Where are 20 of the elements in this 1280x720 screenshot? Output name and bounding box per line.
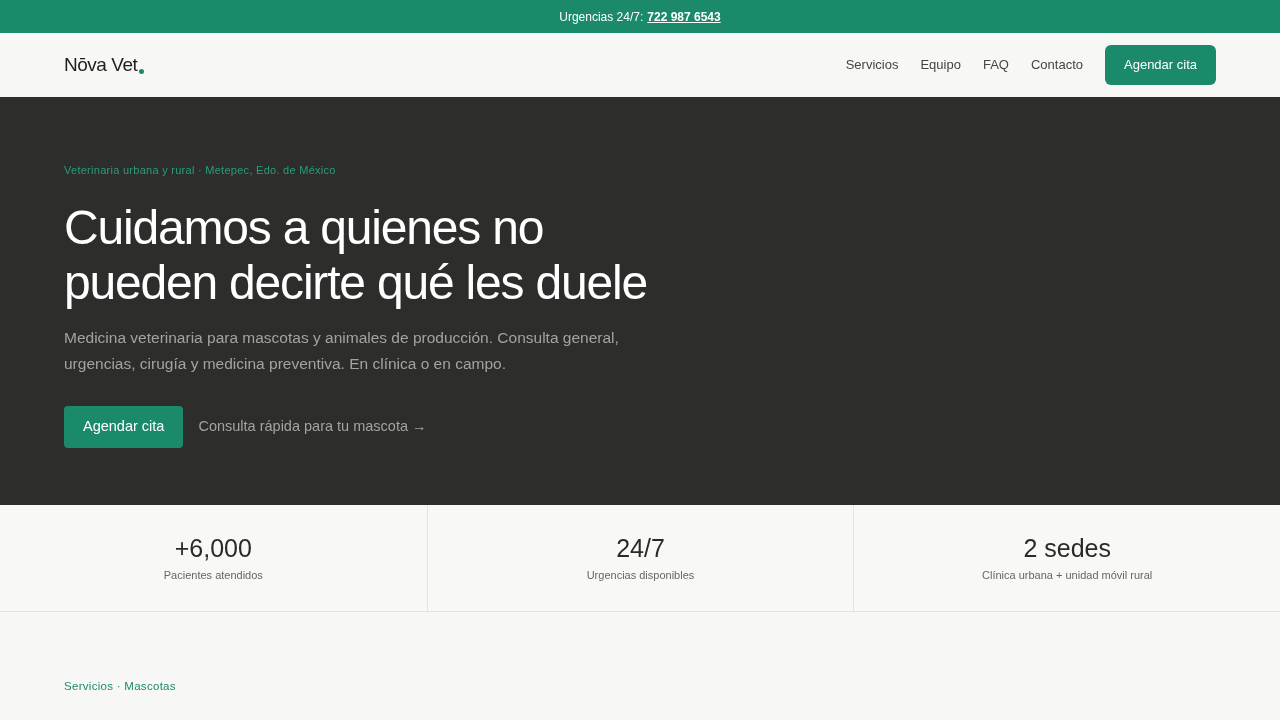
nav-link[interactable]: Servicios: [845, 55, 899, 75]
nav-link[interactable]: Equipo: [920, 55, 961, 75]
emergency-label: Urgencias 24/7:: [559, 8, 644, 26]
nav-link[interactable]: Contacto: [1030, 55, 1083, 75]
stat-label: Pacientes atendidos: [163, 567, 263, 583]
section-eyebrow: Servicios · Mascotas: [64, 679, 177, 694]
stat-value: 2 sedes: [1023, 532, 1111, 563]
book-appointment-button[interactable]: Agendar cita: [64, 405, 184, 448]
stat-label: Clínica urbana + unidad móvil rural: [982, 567, 1153, 583]
hero-description: Medicina veterinaria para mascotas y animales de producción. Consulta general, urgencias, cirugía y medicina preventiva. En clínica o en campo.: [64, 327, 620, 374]
hero-title: Cuidamos a quienes no pueden decirte qué les duele: [64, 199, 648, 310]
stat-value: 24/7: [616, 532, 665, 563]
nav-link[interactable]: FAQ: [982, 55, 1009, 75]
stat-label: Urgencias disponibles: [586, 567, 695, 583]
hero-eyebrow: Veterinaria urbana y rural · Metepec, Edo. de México: [64, 163, 337, 178]
logo[interactable]: Nōva Vet: [64, 50, 138, 80]
stat-value: +6,000: [174, 532, 252, 563]
book-appointment-button[interactable]: Agendar cita: [1105, 45, 1216, 85]
phone-link[interactable]: 722 987 6543: [647, 7, 721, 26]
quick-consult-link[interactable]: Consulta rápida para tu mascota →: [198, 415, 427, 438]
